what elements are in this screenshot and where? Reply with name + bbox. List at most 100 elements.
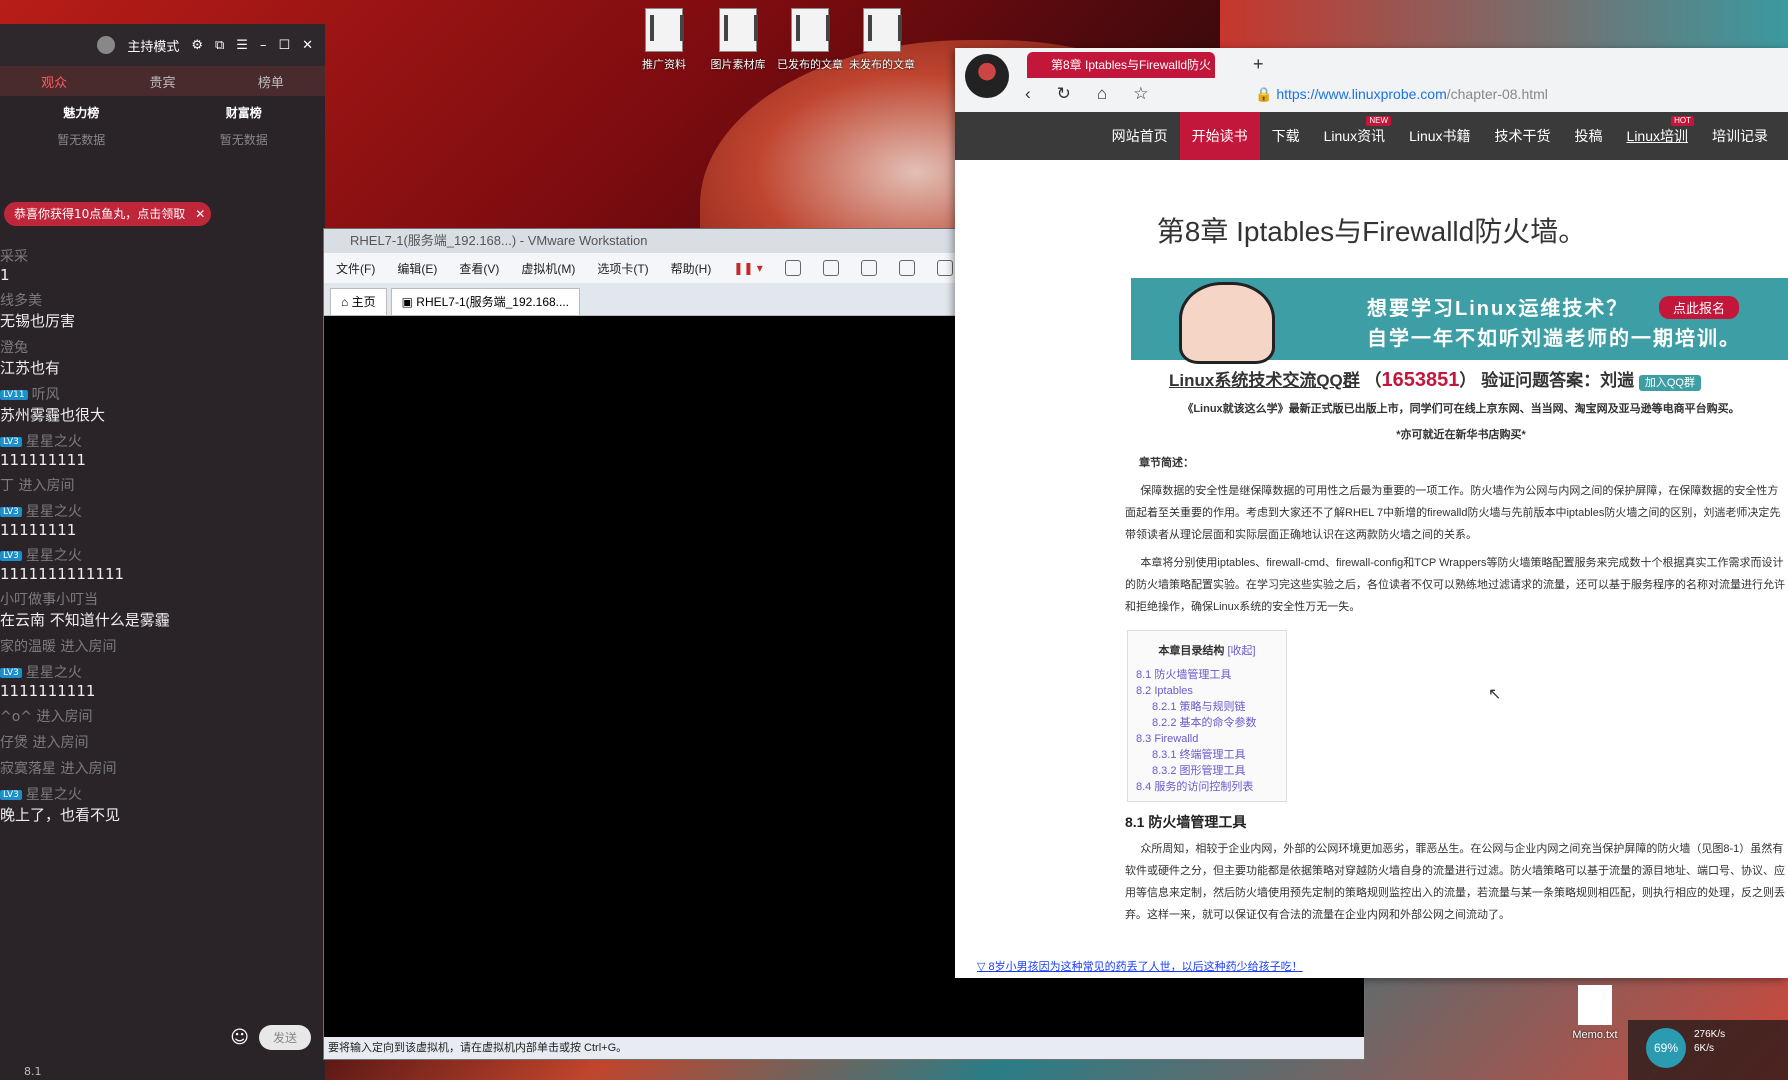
ad-link[interactable]: ▽ 8岁小男孩因为这种常见的药丢了人世，以后这种药少给孩子吃！ (977, 958, 1303, 974)
desktop-icon-published[interactable]: 已发布的文章 (774, 8, 846, 72)
site-nav-item[interactable]: 下载 (1260, 112, 1312, 160)
chat-input-bar: ☺ 发送 (230, 1025, 311, 1050)
pause-icon[interactable]: ❚❚ ▾ (733, 261, 762, 275)
rank-boards: 魅力榜 暂无数据 财富榜 暂无数据 (0, 96, 325, 194)
maximize-icon[interactable]: ☐ (278, 38, 290, 53)
chat-user[interactable]: LV11 听风 (0, 384, 325, 404)
toc-item[interactable]: 8.1 防火墙管理工具 (1136, 667, 1278, 683)
chat-username: 星星之火 (25, 665, 82, 681)
snapshot-manager-icon[interactable] (898, 260, 915, 276)
reload-icon[interactable]: ↻ (1057, 84, 1071, 104)
home-icon[interactable]: ⌂ (1097, 84, 1107, 104)
qq-group-line: Linux系统技术交流QQ群 （1653851） 验证问题答案：刘遄 加入QQ群 (1169, 366, 1772, 392)
address-bar[interactable]: 🔒 https://www.linuxprobe.com/chapter-08.… (1255, 86, 1548, 103)
chat-user[interactable]: 采采 (0, 246, 325, 266)
toc-item[interactable]: 8.3.1 终端管理工具 (1136, 747, 1278, 763)
chat-user[interactable]: ^o^ 进入房间 (0, 706, 325, 726)
tab-vip[interactable]: 贵宾 (149, 72, 175, 91)
toc-item[interactable]: 8.4 服务的访问控制列表 (1136, 779, 1278, 795)
chat-user[interactable]: LV3 星星之火 (0, 501, 325, 521)
qq-answer: 验证问题答案：刘遄 (1481, 371, 1635, 390)
minimize-icon[interactable]: – (260, 38, 267, 53)
chat-username: 家的温暖 进入房间 (0, 639, 117, 655)
join-qq-button[interactable]: 加入QQ群 (1638, 375, 1701, 391)
profile-avatar[interactable] (965, 54, 1009, 98)
desktop-icon-memo[interactable]: Memo.txt (1565, 985, 1625, 1041)
back-icon[interactable]: ‹ (1025, 84, 1031, 104)
emoji-icon[interactable]: ☺ (230, 1027, 249, 1048)
desktop-icon-images[interactable]: 图片素材库 (702, 8, 774, 72)
settings-icon[interactable]: ⚙ (191, 38, 203, 53)
tab-ranking[interactable]: 榜单 (258, 72, 284, 91)
menu-edit[interactable]: 编辑(E) (397, 260, 437, 277)
library-icon[interactable] (936, 260, 953, 276)
site-nav-item[interactable]: 培训记录 (1700, 112, 1780, 160)
toc-collapse-link[interactable]: [收起] (1227, 645, 1255, 657)
training-banner[interactable]: 想要学习Linux运维技术？ 自学一年不如听刘遄老师的一期培训。 点此报名 (1131, 278, 1788, 364)
menu-file[interactable]: 文件(F) (336, 260, 375, 277)
menu-icon[interactable]: ☰ (236, 38, 248, 53)
toc-item[interactable]: 8.2 Iptables (1136, 683, 1278, 699)
popout-icon[interactable]: ⧉ (215, 38, 224, 53)
qq-group-link[interactable]: Linux系统技术交流QQ群 (1169, 371, 1360, 390)
browser-tab[interactable]: 第8章 Iptables与Firewalld防火 (1027, 52, 1215, 78)
battery-indicator[interactable]: 69% (1646, 1028, 1686, 1068)
site-nav-item[interactable]: 网站首页 (1100, 112, 1180, 160)
new-tab-icon[interactable]: + (1253, 54, 1264, 75)
chat-message: LV3 星星之火 晚上了，也看不见 (0, 784, 325, 825)
chat-message: LV3 星星之火 1111111111 (0, 662, 325, 700)
chat-text: 1111111111 (0, 682, 96, 700)
charm-board-label: 魅力榜 (63, 106, 100, 120)
chat-user[interactable]: LV3 星星之火 (0, 545, 325, 565)
toc-item[interactable]: 8.3 Firewalld (1136, 731, 1278, 747)
site-nav-item[interactable]: Linux资讯 NEW (1312, 112, 1397, 160)
menu-help[interactable]: 帮助(H) (671, 260, 712, 277)
chat-user[interactable]: 小叮做事小叮当 (0, 589, 325, 609)
chat-username: 听风 (31, 387, 60, 403)
site-nav-item[interactable]: 技术干货 (1483, 112, 1563, 160)
tab-audience[interactable]: 观众 (41, 72, 67, 91)
toc-item[interactable]: 8.2.1 策略与规则链 (1136, 699, 1278, 715)
chat-message: 丁 进入房间 (0, 475, 325, 495)
chat-user[interactable]: 寂寞落星 进入房间 (0, 758, 325, 778)
site-nav-label: 网站首页 (1111, 128, 1168, 144)
download-speed: 6K/s (1694, 1043, 1715, 1054)
snapshot-icon[interactable] (822, 260, 839, 276)
revert-snapshot-icon[interactable] (860, 260, 877, 276)
chat-user[interactable]: 家的温暖 进入房间 (0, 636, 325, 656)
menu-tabs[interactable]: 选项卡(T) (597, 260, 648, 277)
send-button[interactable]: 发送 (258, 1025, 311, 1050)
chat-username: 星星之火 (25, 504, 82, 520)
menu-view[interactable]: 查看(V) (459, 260, 499, 277)
chat-user[interactable]: 澄兔 (0, 337, 325, 357)
signup-button[interactable]: 点此报名 (1659, 296, 1740, 319)
reward-notice[interactable]: 恭喜你获得10点鱼丸，点击领取 ✕ (4, 202, 212, 226)
chat-user[interactable]: 线多美 (0, 290, 325, 310)
chat-user[interactable]: LV3 星星之火 (0, 784, 325, 804)
mode-label[interactable]: 主持模式 (127, 36, 179, 55)
chat-user[interactable]: LV3 星星之火 (0, 431, 325, 451)
chat-user[interactable]: 丁 进入房间 (0, 475, 325, 495)
toc-item[interactable]: 8.2.2 基本的命令参数 (1136, 715, 1278, 731)
site-nav-label: Linux书籍 (1409, 128, 1471, 144)
chat-user[interactable]: 仔煲 进入房间 (0, 732, 325, 752)
desktop-icon-promo[interactable]: 推广资料 (628, 8, 700, 72)
chat-user[interactable]: LV3 星星之火 (0, 662, 325, 682)
tab-vm[interactable]: ▣ RHEL7-1(服务端_192.168.... (390, 288, 581, 315)
send-keys-icon[interactable] (784, 260, 801, 276)
site-nav-item[interactable]: Linux书籍 (1397, 112, 1482, 160)
chat-message: LV3 星星之火 1111111111111 (0, 545, 325, 583)
stream-topbar: 主持模式 ⚙ ⧉ ☰ – ☐ ✕ (0, 24, 325, 66)
site-nav-label: 投稿 (1574, 128, 1603, 144)
menu-vm[interactable]: 虚拟机(M) (521, 260, 575, 277)
desktop-icon-unpublished[interactable]: 未发布的文章 (846, 8, 918, 72)
close-icon[interactable]: ✕ (195, 202, 205, 226)
bookmark-star-icon[interactable]: ☆ (1133, 84, 1148, 104)
table-of-contents: 本章目录结构 [收起] 8.1 防火墙管理工具 8.2 Iptables 8.2.1… (1127, 630, 1287, 802)
close-icon[interactable]: ✕ (302, 38, 313, 53)
site-nav-item[interactable]: 开始读书 (1179, 112, 1260, 160)
site-nav-item[interactable]: Linux培训 HOT (1615, 112, 1700, 160)
tab-home[interactable]: ⌂ 主页 (330, 288, 387, 315)
toc-item[interactable]: 8.3.2 图形管理工具 (1136, 763, 1278, 779)
site-nav-item[interactable]: 投稿 (1563, 112, 1615, 160)
